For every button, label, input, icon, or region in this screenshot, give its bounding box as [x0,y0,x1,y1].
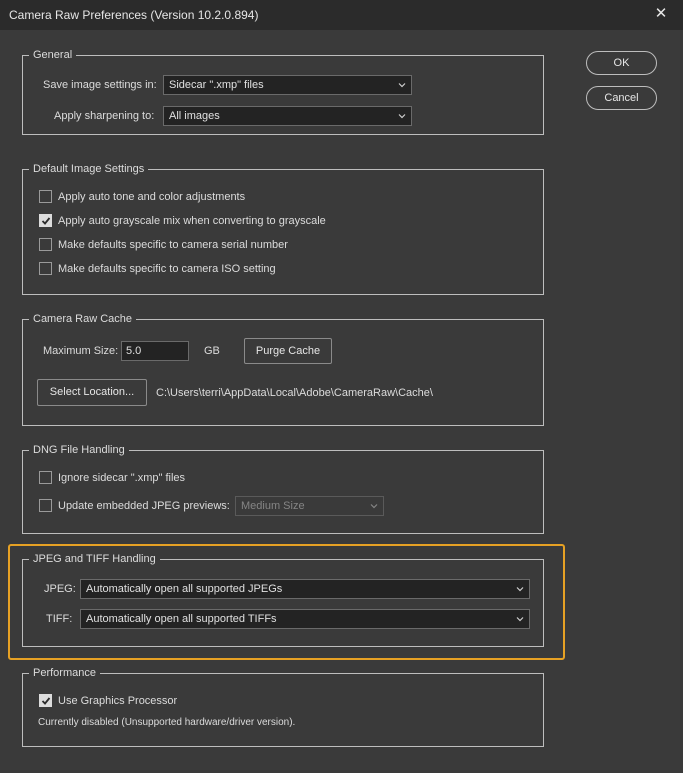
jpeg-tiff-title: JPEG and TIFF Handling [29,552,160,566]
sharpening-select[interactable]: All images [163,106,412,126]
general-title: General [29,48,77,62]
jpeg-tiff-group: JPEG and TIFF Handling JPEG: Automatical… [22,552,544,647]
select-location-label: Select Location... [49,386,135,398]
default-image-group: Default Image Settings Apply auto tone a… [22,162,544,295]
close-icon[interactable]: ✕ [639,0,683,30]
dng-title: DNG File Handling [29,443,129,457]
jpeg-handling-select[interactable]: Automatically open all supported JPEGs [80,579,530,599]
auto-tone-checkbox[interactable] [39,190,52,203]
default-image-title: Default Image Settings [29,162,149,176]
max-size-label: Maximum Size: [43,345,119,357]
tiff-handling-value: Automatically open all supported TIFFs [86,613,277,625]
ignore-sidecar-checkbox[interactable] [39,471,52,484]
max-size-value: 5.0 [126,345,142,357]
preview-size-value: Medium Size [241,500,305,512]
select-location-button[interactable]: Select Location... [37,379,147,406]
auto-grayscale-label: Apply auto grayscale mix when converting… [58,215,326,227]
ok-button[interactable]: OK [586,51,657,75]
gpu-label: Use Graphics Processor [58,695,178,707]
sharpening-value: All images [169,110,220,122]
chevron-down-icon [370,502,378,510]
purge-cache-button[interactable]: Purge Cache [244,338,332,364]
cache-group: Camera Raw Cache Maximum Size: 5.0 GB Pu… [22,312,544,426]
check-icon [41,217,51,225]
title-bar: Camera Raw Preferences (Version 10.2.0.8… [0,0,683,30]
performance-group: Performance Use Graphics Processor Curre… [22,666,544,747]
iso-defaults-checkbox[interactable] [39,262,52,275]
auto-grayscale-checkbox[interactable] [39,214,52,227]
save-settings-value: Sidecar ".xmp" files [169,79,264,91]
save-settings-select[interactable]: Sidecar ".xmp" files [163,75,412,95]
tiff-handling-select[interactable]: Automatically open all supported TIFFs [80,609,530,629]
chevron-down-icon [516,585,524,593]
size-unit-label: GB [204,345,220,357]
serial-defaults-label: Make defaults specific to camera serial … [58,239,288,251]
ok-button-label: OK [613,57,630,69]
update-previews-checkbox[interactable] [39,499,52,512]
auto-tone-label: Apply auto tone and color adjustments [58,191,246,203]
preview-size-select: Medium Size [235,496,384,516]
sharpening-label: Apply sharpening to: [54,110,155,122]
performance-title: Performance [29,666,100,680]
save-settings-label: Save image settings in: [43,79,157,91]
jpeg-label: JPEG: [44,583,76,595]
serial-defaults-checkbox[interactable] [39,238,52,251]
jpeg-handling-value: Automatically open all supported JPEGs [86,583,283,595]
ignore-sidecar-label: Ignore sidecar ".xmp" files [58,472,186,484]
cache-title: Camera Raw Cache [29,312,137,326]
window-title: Camera Raw Preferences (Version 10.2.0.8… [9,8,259,22]
general-group: General Save image settings in: Sidecar … [22,48,544,135]
gpu-status-text: Currently disabled (Unsupported hardware… [38,717,296,728]
update-previews-label: Update embedded JPEG previews: [58,500,230,512]
chevron-down-icon [398,81,406,89]
dng-group: DNG File Handling Ignore sidecar ".xmp" … [22,443,544,534]
gpu-checkbox[interactable] [39,694,52,707]
cancel-button[interactable]: Cancel [586,86,657,110]
chevron-down-icon [398,112,406,120]
cache-path: C:\Users\terri\AppData\Local\Adobe\Camer… [156,387,433,399]
purge-cache-label: Purge Cache [255,345,321,357]
max-size-input[interactable]: 5.0 [121,341,189,361]
chevron-down-icon [516,615,524,623]
cancel-button-label: Cancel [604,92,639,104]
tiff-label: TIFF: [46,613,73,625]
check-icon [41,697,51,705]
iso-defaults-label: Make defaults specific to camera ISO set… [58,263,276,275]
